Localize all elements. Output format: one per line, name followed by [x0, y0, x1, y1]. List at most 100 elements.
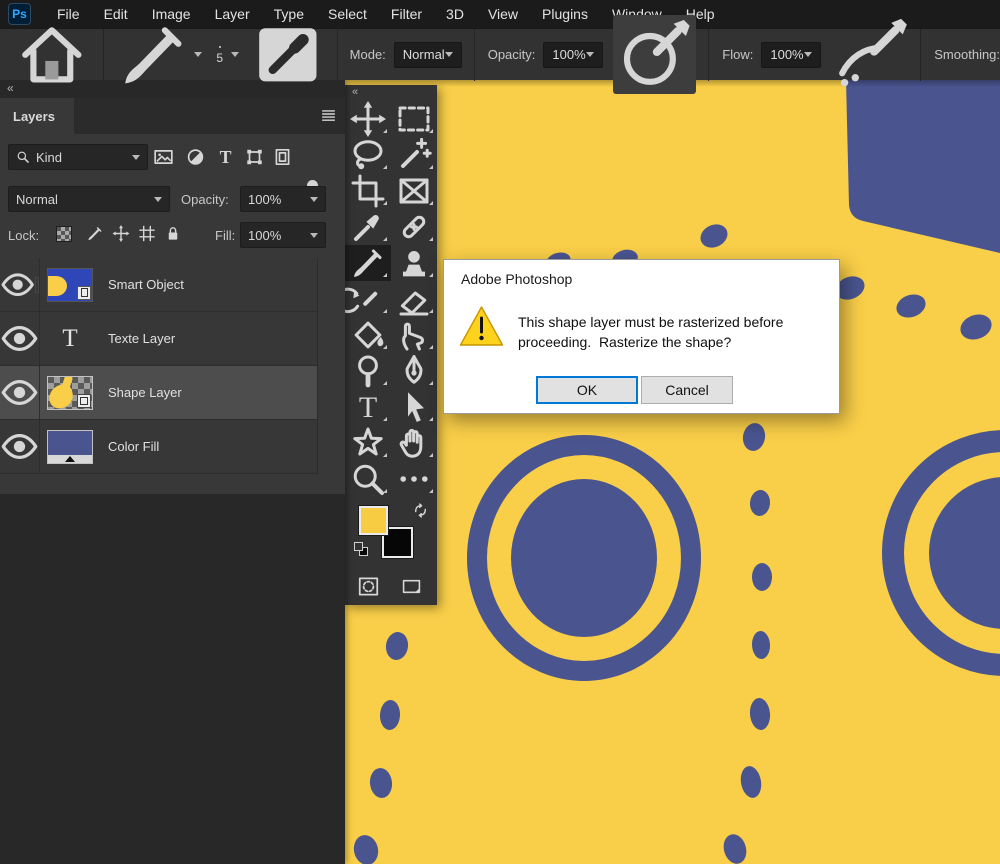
tool-brush[interactable]	[345, 245, 391, 281]
layer-name: Shape Layer	[108, 385, 182, 400]
ok-button[interactable]: OK	[536, 376, 638, 404]
foreground-color-swatch[interactable]	[359, 506, 388, 535]
menu-plugins[interactable]: Plugins	[530, 0, 600, 28]
tool-zoom[interactable]	[345, 461, 391, 497]
brush-size-widget[interactable]: 5	[216, 46, 223, 64]
menu-view[interactable]: View	[476, 0, 530, 28]
tool-custom-shape[interactable]	[345, 425, 391, 461]
layer-opacity-select[interactable]: 100%	[240, 186, 326, 212]
eye-icon	[0, 373, 39, 412]
toolbox-grid: T	[345, 101, 437, 497]
tool-more[interactable]	[391, 461, 437, 497]
tools-collapse-button[interactable]: «	[345, 85, 437, 101]
flow-select[interactable]: 100%	[761, 42, 820, 68]
tool-magic-wand[interactable]	[391, 137, 437, 173]
menu-filter[interactable]: Filter	[379, 0, 434, 28]
tool-history-brush[interactable]	[345, 281, 391, 317]
chevron-down-icon	[310, 197, 318, 202]
flyout-triangle-icon	[429, 453, 433, 457]
tool-frame[interactable]	[391, 173, 437, 209]
visibility-toggle[interactable]	[0, 312, 40, 365]
chevron-down-icon[interactable]	[231, 52, 239, 57]
type-layer-filter-icon[interactable]: T	[215, 147, 236, 167]
visibility-toggle[interactable]	[0, 366, 40, 419]
layer-thumbnail[interactable]	[47, 376, 93, 410]
tool-healing-brush[interactable]	[391, 209, 437, 245]
layer-filter-value: Kind	[36, 150, 62, 165]
visibility-toggle[interactable]	[0, 420, 40, 473]
tool-paint-bucket[interactable]	[345, 317, 391, 353]
lock-all-icon[interactable]	[164, 225, 182, 242]
document-canvas[interactable]	[345, 80, 1000, 864]
opacity-value: 100%	[552, 47, 585, 62]
chevron-down-icon[interactable]	[194, 52, 202, 57]
lock-artboard-icon[interactable]	[138, 225, 156, 242]
adjustment-layer-filter-icon[interactable]	[185, 147, 206, 167]
tool-clone-stamp[interactable]	[391, 245, 437, 281]
eye-icon	[0, 319, 39, 358]
screen-mode-icon[interactable]	[397, 577, 426, 596]
tool-move[interactable]	[345, 101, 391, 137]
tool-pen[interactable]	[391, 353, 437, 389]
brush-settings-panel-icon[interactable]	[251, 18, 325, 92]
brush-tool-preset-icon[interactable]	[117, 18, 191, 92]
tool-lasso[interactable]	[345, 137, 391, 173]
layer-row-texte-layer[interactable]: T Texte Layer	[0, 312, 317, 366]
tool-eyedropper[interactable]	[345, 209, 391, 245]
tool-crop[interactable]	[345, 173, 391, 209]
opacity-label: Opacity:	[488, 47, 536, 62]
swap-colors-icon[interactable]	[413, 503, 428, 518]
toolbar-bottom	[345, 573, 437, 605]
quick-mask-icon[interactable]	[355, 576, 382, 597]
tool-hand[interactable]	[391, 425, 437, 461]
layer-fill-select[interactable]: 100%	[240, 222, 326, 248]
tool-marquee[interactable]	[391, 101, 437, 137]
layer-thumbnail[interactable]	[47, 430, 93, 464]
pixel-layer-filter-icon[interactable]	[153, 147, 174, 167]
dialog-message: This shape layer must be rasterized befo…	[518, 312, 818, 352]
layer-row-smart-object[interactable]: Smart Object	[0, 258, 317, 312]
tool-path-select[interactable]	[391, 389, 437, 425]
smart-object-filter-icon[interactable]	[272, 147, 293, 167]
airbrush-icon[interactable]	[834, 18, 908, 92]
layer-thumbnail[interactable]	[47, 268, 93, 302]
lock-image-pixels-icon[interactable]	[86, 225, 104, 242]
flyout-triangle-icon	[383, 309, 387, 313]
default-colors-icon[interactable]	[354, 542, 370, 558]
opacity-label: Opacity:	[181, 192, 229, 207]
flyout-triangle-icon	[383, 201, 387, 205]
menu-select[interactable]: Select	[316, 0, 379, 28]
flyout-triangle-icon	[383, 345, 387, 349]
layer-row-shape-layer[interactable]: Shape Layer	[0, 366, 317, 420]
warning-icon	[459, 305, 504, 348]
mode-value: Normal	[403, 47, 445, 62]
lock-position-icon[interactable]	[112, 225, 130, 242]
tool-eraser[interactable]	[391, 281, 437, 317]
blend-mode-select[interactable]: Normal	[8, 186, 170, 212]
layer-thumbnail[interactable]: T	[47, 322, 93, 356]
canvas-dotted-line-left	[351, 631, 410, 864]
panel-menu-icon[interactable]	[320, 108, 337, 123]
canvas-circle-right	[893, 441, 1000, 665]
home-icon[interactable]	[15, 18, 89, 92]
tool-smudge[interactable]	[391, 317, 437, 353]
tab-layers[interactable]: Layers	[0, 98, 74, 134]
flow-value: 100%	[770, 47, 803, 62]
cancel-button[interactable]: Cancel	[641, 376, 733, 404]
mode-select[interactable]: Normal	[394, 42, 462, 68]
smart-object-badge-icon	[77, 286, 91, 300]
svg-text:T: T	[359, 391, 377, 424]
opacity-select[interactable]: 100%	[543, 42, 602, 68]
flyout-triangle-icon	[429, 489, 433, 493]
rasterize-dialog: Adobe Photoshop This shape layer must be…	[443, 259, 840, 414]
layer-filter-combo[interactable]: Kind	[8, 144, 148, 170]
tablet-pressure-opacity-icon[interactable]	[613, 15, 697, 95]
layer-name: Texte Layer	[108, 331, 175, 346]
visibility-toggle[interactable]	[0, 258, 40, 311]
lock-transparent-pixels-icon[interactable]	[56, 226, 72, 242]
tool-type[interactable]: T	[345, 389, 391, 425]
layer-row-color-fill[interactable]: Color Fill	[0, 420, 317, 474]
menu-3d[interactable]: 3D	[434, 0, 476, 28]
tool-dodge[interactable]	[345, 353, 391, 389]
shape-layer-filter-icon[interactable]	[244, 147, 265, 167]
